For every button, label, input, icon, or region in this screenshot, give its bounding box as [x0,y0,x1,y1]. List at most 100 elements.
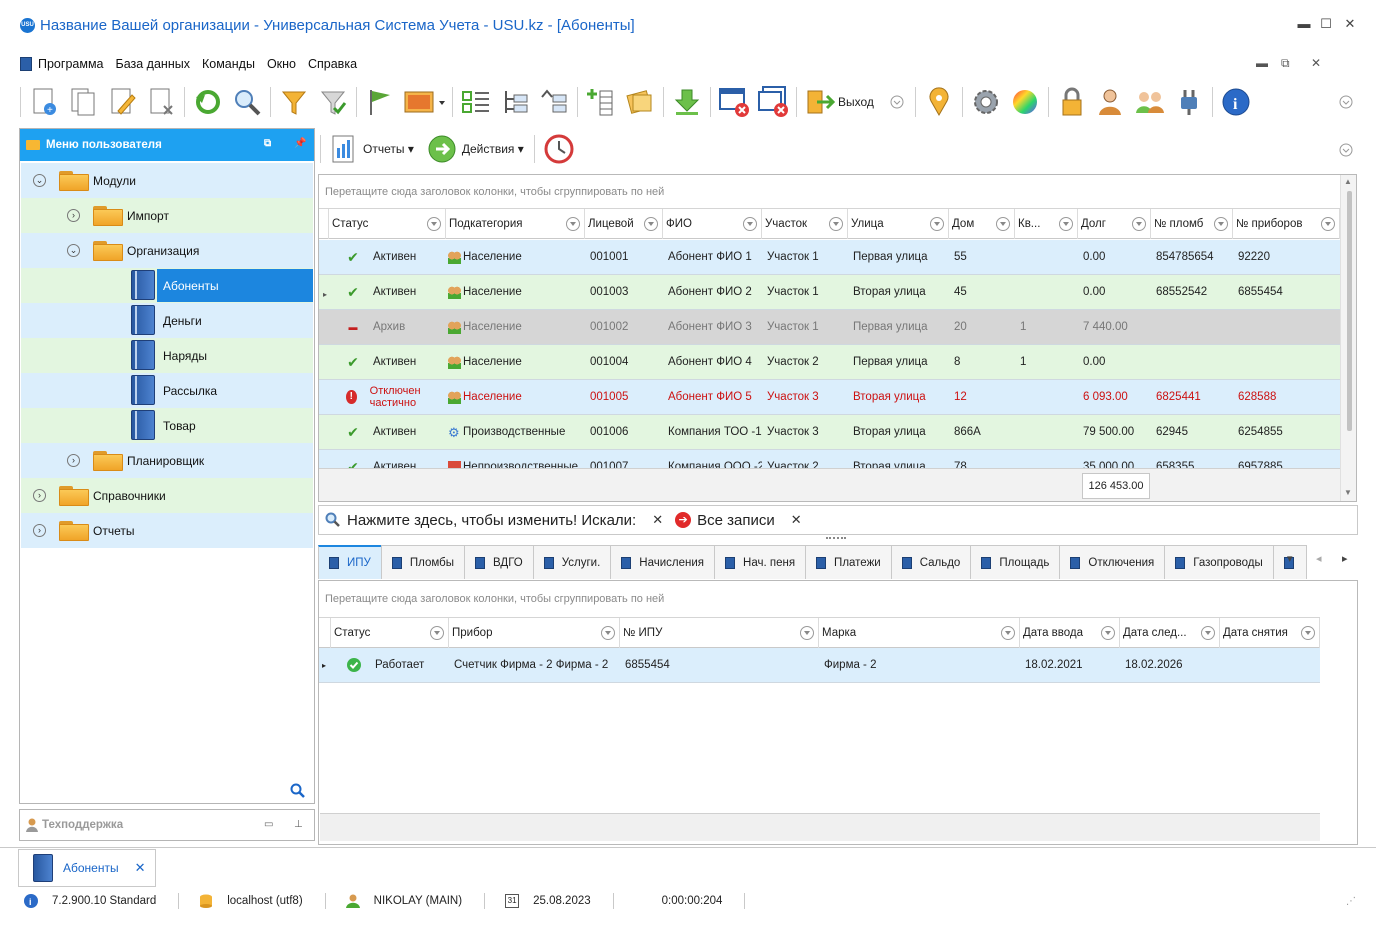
header-date-in[interactable]: Дата ввода [1020,618,1120,648]
filter-icon[interactable] [430,626,444,640]
tab-label[interactable]: Газопроводы [1193,557,1263,569]
tree-item-orders[interactable]: Наряды [21,338,313,373]
plugin-button[interactable] [1172,85,1206,119]
group-by-hint[interactable]: Перетащите сюда заголовок колонки, чтобы… [325,593,664,605]
expand-icon[interactable]: › [33,489,46,502]
search-button[interactable] [230,85,264,119]
filter-icon[interactable] [427,217,441,231]
header-status[interactable]: Статус [331,618,449,648]
header-name[interactable]: ФИО [663,209,762,239]
menu-help[interactable]: Справка [308,57,357,71]
tab-label[interactable]: Начисления [639,557,704,569]
tab-label[interactable]: Сальдо [920,557,961,569]
tree-label[interactable]: Справочники [87,479,172,512]
tab-meters[interactable]: ИПУ [318,545,382,579]
tree-item-mailing[interactable]: Рассылка [21,373,313,408]
clock-icon[interactable] [543,133,575,165]
tab-item[interactable]: Сальдо [890,545,972,579]
filter-icon[interactable] [1301,626,1315,640]
scroll-down-icon[interactable]: ▼ [1344,488,1352,497]
reports-dropdown[interactable]: Отчеты ▾ [363,142,414,156]
filter-icon[interactable] [1214,217,1228,231]
tree-item-money[interactable]: Деньги [21,303,313,338]
filter-apply-button[interactable] [316,85,350,119]
tab-label[interactable]: Отключения [1088,557,1154,569]
tab-item[interactable]: Нач. пеня [714,545,807,579]
filter-icon[interactable] [1059,217,1073,231]
chevron-circle-icon[interactable] [890,95,904,109]
header-house[interactable]: Дом [949,209,1015,239]
filter-icon[interactable] [1132,217,1146,231]
exit-label[interactable]: Выход [838,95,874,109]
notes-button[interactable] [623,85,657,119]
new-record-button[interactable]: + [27,85,61,119]
table-row[interactable]: ✔ Активен Непроизводственные 001007 Компания… [319,450,1340,468]
find-prompt[interactable]: Нажмите здесь, чтобы изменить! Искали: [347,512,636,529]
tree-label[interactable]: Рассылка [157,374,223,407]
tree-item-goods[interactable]: Товар [21,408,313,443]
header-subcategory[interactable]: Подкатегория [446,209,585,239]
header-status[interactable]: Статус [329,209,446,239]
tab-item[interactable]: Платежи [805,545,892,579]
tab-label[interactable]: ВДГО [493,557,523,569]
header-date-off[interactable]: Дата снятия [1220,618,1320,648]
clear-search-button[interactable]: ✕ [652,512,663,528]
expand-icon[interactable]: › [67,454,80,467]
tree-label[interactable]: Модули [87,164,142,197]
menu-window[interactable]: Окно [267,57,296,71]
menu-commands[interactable]: Команды [202,57,255,71]
reports-icon[interactable] [331,134,355,164]
download-button[interactable] [670,85,704,119]
table-row[interactable]: ▬ Архив Население 001002 Абонент ФИО 3 Участо… [319,310,1340,345]
detail-horizontal-scrollbar[interactable] [320,813,1320,841]
tree-item-reports[interactable]: › Отчеты [21,513,313,548]
filter-button[interactable] [277,85,311,119]
filter-icon[interactable] [601,626,615,640]
menu-program[interactable]: Программа [38,57,104,71]
minimize-button[interactable]: ▬ [1296,16,1312,34]
table-row[interactable]: ✔ Активен Население 001004 Абонент ФИО 4 Учас… [319,345,1340,380]
tree-item-subscribers[interactable]: Абоненты [21,268,313,303]
panel-float-button[interactable]: ⧉ [264,138,271,149]
scroll-thumb[interactable] [1347,191,1352,431]
mdi-close-button[interactable]: ✕ [1311,56,1321,70]
table-row[interactable]: ✔ Активен Население 001003 Абонент ФИО 2 Учас… [319,275,1340,310]
tree-item-modules[interactable]: ⌄ Модули [21,163,313,198]
copy-record-button[interactable] [66,85,100,119]
info-button[interactable]: i [1219,85,1253,119]
close-button[interactable]: ✕ [1342,16,1358,34]
tree-expand-button[interactable] [498,85,532,119]
header-devices[interactable]: № приборов [1233,209,1340,239]
header-date-next[interactable]: Дата след... [1120,618,1220,648]
panel-pin-button[interactable]: 📌 [294,138,306,149]
tab-label[interactable]: Площадь [999,557,1049,569]
refresh-button[interactable] [191,85,225,119]
header-district[interactable]: Участок [762,209,848,239]
tree-label[interactable]: Планировщик [121,444,210,477]
filter-icon[interactable] [743,217,757,231]
flag-button[interactable] [363,85,397,119]
expand-icon[interactable]: › [33,524,46,537]
tabs-dropdown-icon[interactable]: ▾ [1287,552,1293,565]
filter-icon[interactable] [1321,217,1335,231]
users-group-button[interactable] [1133,85,1167,119]
tab-label[interactable]: Пломбы [410,557,454,569]
grid-vertical-scrollbar[interactable]: ▲ ▼ [1340,175,1356,501]
filter-icon[interactable] [800,626,814,640]
tab-item[interactable]: Начисления [610,545,716,579]
filter-icon[interactable] [930,217,944,231]
close-all-windows-button[interactable] [756,85,790,119]
filter-icon[interactable] [566,217,580,231]
table-row[interactable]: ✔ Активен Население 001001 Абонент ФИО 1 Учас… [319,240,1340,275]
header-apartment[interactable]: Кв... [1015,209,1078,239]
tab-item[interactable]: Услуги. [532,545,612,579]
mdi-restore-button[interactable]: ⧉ [1281,56,1290,71]
filter-icon[interactable] [644,217,658,231]
actions-arrow-icon[interactable] [428,135,456,163]
toolbar-options-icon[interactable] [1339,95,1353,109]
edit-record-button[interactable] [105,85,139,119]
header-device[interactable]: Прибор [449,618,620,648]
tab-label[interactable]: ИПУ [347,557,371,569]
actions-dropdown[interactable]: Действия ▾ [462,142,524,156]
tab-item[interactable]: Газопроводы [1164,545,1274,579]
